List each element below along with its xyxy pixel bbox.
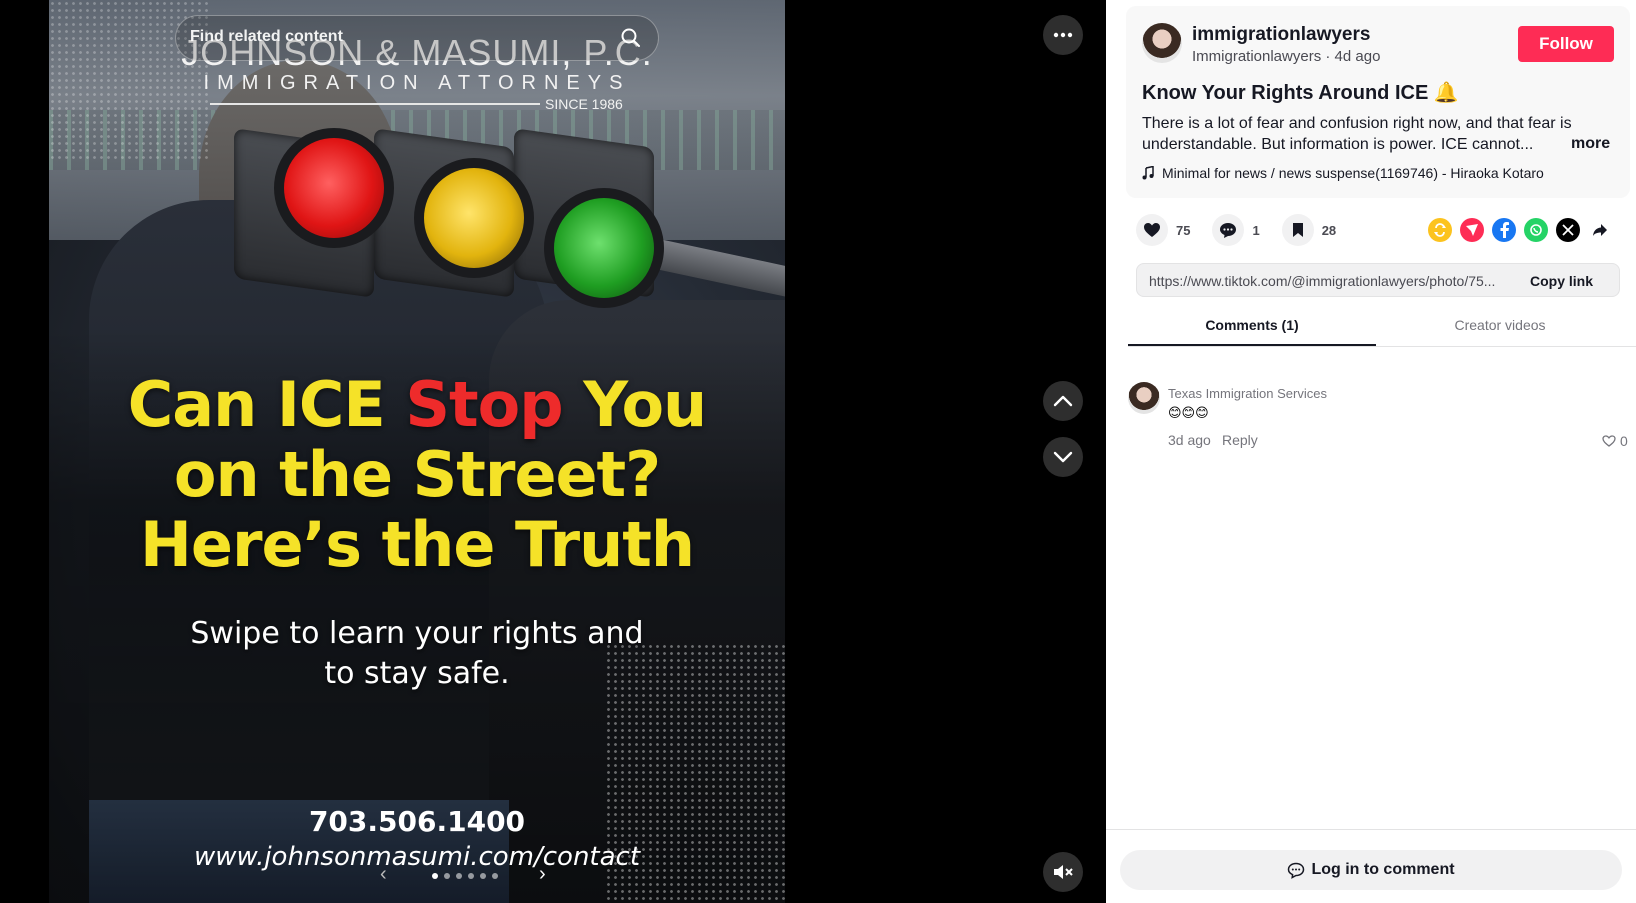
- save-button[interactable]: [1281, 214, 1314, 246]
- chevron-up-icon: [1053, 395, 1073, 407]
- headline-line2: on the Street?: [173, 438, 661, 511]
- details-panel: immigrationlawyers Immigrationlawyers · …: [1106, 0, 1636, 903]
- media-stage: JOHNSON & MASUMI, P.C. IMMIGRATION ATTOR…: [0, 0, 1106, 903]
- traffic-light: [234, 118, 664, 308]
- carousel-prev-icon[interactable]: ‹: [380, 863, 387, 886]
- post-description: There is a lot of fear and confusion rig…: [1142, 115, 1572, 153]
- headline-line3: Here’s the Truth: [140, 508, 695, 581]
- comment-count: 1: [1252, 222, 1260, 238]
- music-note-icon: [1142, 166, 1154, 180]
- comment-icon: [1220, 222, 1237, 238]
- like-count: 75: [1176, 222, 1191, 238]
- post-image[interactable]: JOHNSON & MASUMI, P.C. IMMIGRATION ATTOR…: [49, 0, 785, 903]
- previous-post-button[interactable]: [1043, 381, 1083, 421]
- search-icon[interactable]: [620, 27, 642, 49]
- post-title: Know Your Rights Around ICE 🔔: [1142, 82, 1459, 104]
- comment-text: 😊😊😊: [1168, 405, 1209, 420]
- share-link-url[interactable]: https://www.tiktok.com/@immigrationlawye…: [1149, 273, 1511, 289]
- action-row: 75 1 28: [1136, 214, 1358, 246]
- follow-button[interactable]: Follow: [1518, 26, 1614, 62]
- subheadline: Swipe to learn your rights and to stay s…: [49, 614, 785, 694]
- music-row[interactable]: Minimal for news / news suspense(1169746…: [1142, 165, 1544, 181]
- whatsapp-icon[interactable]: [1524, 218, 1548, 242]
- share-icons: [1428, 218, 1612, 242]
- more-link[interactable]: more: [1571, 135, 1610, 153]
- carousel-dots: [432, 873, 498, 879]
- comment-like-count: 0: [1620, 433, 1628, 449]
- save-count: 28: [1321, 222, 1337, 238]
- subheadline-line2: to stay safe.: [324, 656, 510, 691]
- carousel-dot[interactable]: [480, 873, 486, 879]
- tab-comments[interactable]: Comments (1): [1128, 317, 1376, 333]
- brand-divider: [210, 103, 540, 105]
- bookmark-icon: [1292, 223, 1303, 237]
- more-options-button[interactable]: [1043, 15, 1083, 55]
- login-to-comment-label: Log in to comment: [1311, 861, 1455, 878]
- send-icon[interactable]: [1460, 218, 1484, 242]
- headline-part1: Can ICE: [127, 368, 406, 441]
- comment-like-button[interactable]: 0: [1602, 433, 1628, 449]
- repost-icon[interactable]: [1428, 218, 1452, 242]
- comment-outline-icon: [1288, 862, 1305, 879]
- facebook-icon[interactable]: [1492, 218, 1516, 242]
- search-placeholder: Find related content: [190, 28, 343, 45]
- author-name[interactable]: immigrationlawyers: [1192, 24, 1370, 46]
- comment-time: 3d ago: [1168, 432, 1211, 448]
- carousel-dot[interactable]: [432, 873, 438, 879]
- carousel-next-icon[interactable]: ›: [539, 863, 546, 886]
- comment-button[interactable]: [1212, 214, 1245, 246]
- muted-speaker-icon: [1054, 865, 1073, 879]
- copy-link-button[interactable]: Copy link: [1530, 273, 1593, 289]
- chevron-down-icon: [1053, 451, 1073, 463]
- website-url: www.johnsonmasumi.com/contact: [193, 842, 641, 872]
- share-link-box: https://www.tiktok.com/@immigrationlawye…: [1136, 263, 1620, 297]
- app-root: JOHNSON & MASUMI, P.C. IMMIGRATION ATTOR…: [0, 0, 1636, 903]
- x-icon[interactable]: [1556, 218, 1580, 242]
- heart-outline-icon: [1602, 435, 1616, 447]
- carousel-dot[interactable]: [444, 873, 450, 879]
- login-to-comment-button[interactable]: Log in to comment: [1120, 850, 1622, 890]
- tab-creator-videos[interactable]: Creator videos: [1376, 317, 1624, 333]
- headline-stop: Stop: [405, 368, 563, 441]
- panel-tabs: Comments (1) Creator videos: [1128, 313, 1636, 347]
- subheadline-line1: Swipe to learn your rights and: [190, 616, 644, 651]
- phone-number: 703.506.1400: [308, 805, 526, 838]
- commenter-avatar[interactable]: [1128, 382, 1160, 414]
- reply-button[interactable]: Reply: [1222, 432, 1258, 448]
- music-title: Minimal for news / news suspense(1169746…: [1162, 165, 1544, 181]
- carousel-dot[interactable]: [492, 873, 498, 879]
- author-avatar[interactable]: [1142, 23, 1182, 63]
- carousel-dot[interactable]: [468, 873, 474, 879]
- next-post-button[interactable]: [1043, 437, 1083, 477]
- mute-button[interactable]: [1043, 852, 1083, 892]
- comment-author[interactable]: Texas Immigration Services: [1168, 386, 1327, 401]
- green-light: [544, 188, 664, 308]
- active-tab-indicator: [1128, 344, 1376, 346]
- bottom-divider: [1106, 829, 1636, 830]
- share-arrow-icon[interactable]: [1588, 218, 1612, 242]
- like-button[interactable]: [1136, 214, 1168, 246]
- author-meta: Immigrationlawyers · 4d ago: [1192, 48, 1381, 65]
- heart-icon: [1144, 223, 1160, 237]
- headline-part3: You: [562, 368, 707, 441]
- carousel-dot[interactable]: [456, 873, 462, 879]
- brand-since: SINCE 1986: [545, 96, 623, 112]
- headline: Can ICE Stop You on the Street? Here’s t…: [49, 370, 785, 580]
- yellow-light: [414, 158, 534, 278]
- red-light: [274, 128, 394, 248]
- brand-subtitle: IMMIGRATION ATTORNEYS: [203, 72, 631, 94]
- more-horizontal-icon: [1053, 32, 1073, 38]
